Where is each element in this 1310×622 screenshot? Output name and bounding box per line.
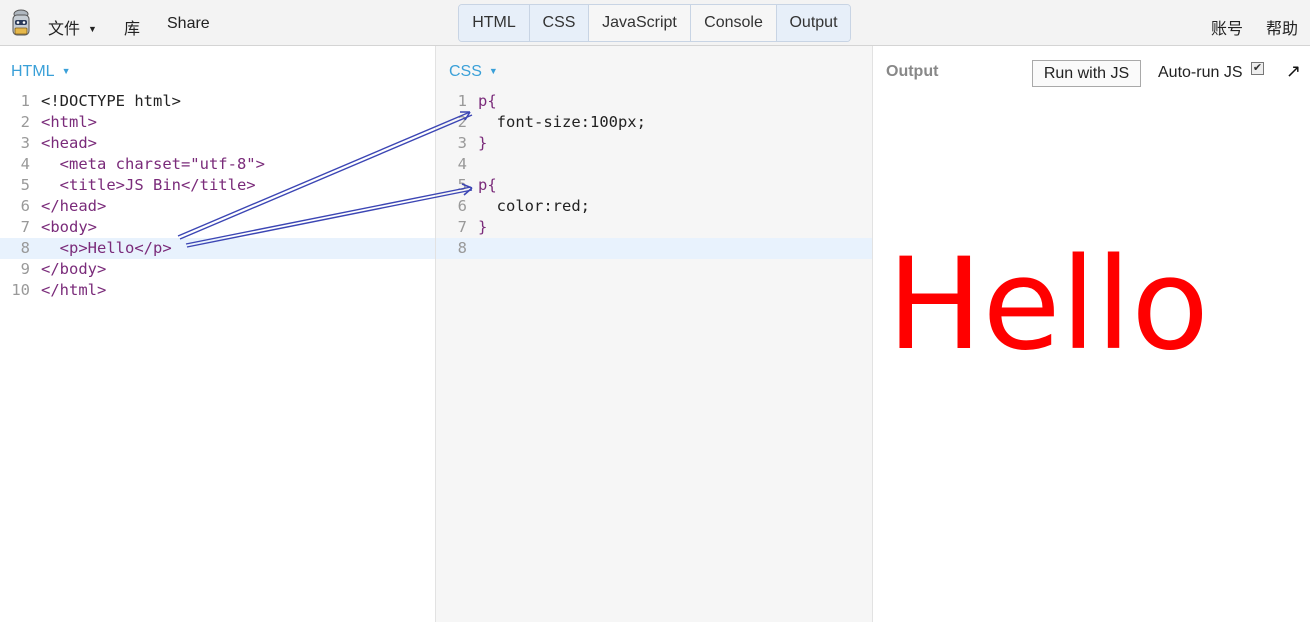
caret-down-icon: ▼ xyxy=(488,66,498,76)
css-editor[interactable]: 1 p{ 2 font-size:100px; 3} 4 5 p{ 6 color:… xyxy=(436,91,872,259)
line-number: 6 xyxy=(20,197,30,215)
code-text: } xyxy=(478,218,488,236)
line-number: 1 xyxy=(20,92,30,110)
line-number: 9 xyxy=(20,260,30,278)
line-number: 8 xyxy=(457,239,467,257)
css-panel-title: CSS xyxy=(449,63,482,80)
line-number: 4 xyxy=(20,155,30,173)
help-menu[interactable]: 帮助 xyxy=(1266,15,1298,39)
html-panel-label[interactable]: HTML ▼ xyxy=(11,63,70,81)
code-line: 7 <body> xyxy=(0,217,435,238)
jsbin-logo-icon[interactable] xyxy=(9,9,33,39)
tab-console[interactable]: Console xyxy=(691,5,777,41)
line-number: 10 xyxy=(11,281,30,299)
code-line: 1 p{ xyxy=(436,91,872,112)
line-number: 7 xyxy=(20,218,30,236)
output-panel: Output Run with JS Auto-run JS ✔ ↗ Hello xyxy=(873,46,1310,622)
output-panel-label: Output xyxy=(886,63,939,80)
code-text: </html> xyxy=(41,281,107,299)
code-line: 4 xyxy=(436,154,872,175)
popout-arrow-icon[interactable]: ↗ xyxy=(1286,61,1301,82)
code-line: 9 </body> xyxy=(0,259,435,280)
code-text: font-size:100px; xyxy=(478,113,646,131)
tab-javascript[interactable]: JavaScript xyxy=(589,5,691,41)
line-number: 4 xyxy=(457,155,467,173)
code-line: 10 </html> xyxy=(0,280,435,301)
code-text: </head> xyxy=(41,197,107,215)
tab-output[interactable]: Output xyxy=(777,5,850,41)
line-number: 7 xyxy=(457,218,467,236)
line-number: 3 xyxy=(457,134,467,152)
css-panel: CSS ▼ 1 p{ 2 font-size:100px; 3} 4 5 p{ 6 c… xyxy=(436,46,873,622)
top-toolbar: 文件 ▼ 库 Share HTML CSS JavaScript Console … xyxy=(0,0,1310,46)
code-text: <!DOCTYPE html> xyxy=(41,92,181,110)
autorun-label: Auto-run JS xyxy=(1158,64,1243,81)
code-line: 3} xyxy=(436,133,872,154)
line-number: 6 xyxy=(457,197,467,215)
share-menu[interactable]: Share xyxy=(167,15,210,33)
line-number: 5 xyxy=(20,176,30,194)
line-number: 8 xyxy=(20,239,30,257)
code-line: 5 <title>JS Bin</title> xyxy=(0,175,435,196)
code-line-active: 8 xyxy=(436,238,872,259)
code-line-active: 8 <p>Hello</p> xyxy=(0,238,435,259)
code-line: 1 <!DOCTYPE html> xyxy=(0,91,435,112)
run-with-js-button[interactable]: Run with JS xyxy=(1032,60,1141,87)
code-text: <title>JS Bin</title> xyxy=(41,176,256,194)
code-line: 4 <meta charset="utf-8"> xyxy=(0,154,435,175)
file-menu[interactable]: 文件 ▼ xyxy=(48,15,97,39)
library-menu[interactable]: 库 xyxy=(124,15,140,39)
code-line: 6 color:red; xyxy=(436,196,872,217)
code-text: p{ xyxy=(478,176,497,194)
code-text: color:red; xyxy=(478,197,590,215)
code-text: <head> xyxy=(41,134,97,152)
tab-html[interactable]: HTML xyxy=(459,5,530,41)
code-text: <html> xyxy=(41,113,97,131)
code-line: 2 <html> xyxy=(0,112,435,133)
line-number: 2 xyxy=(20,113,30,131)
code-text: <p>Hello</p> xyxy=(41,239,172,257)
autorun-checkbox[interactable]: ✔ xyxy=(1251,62,1264,75)
code-text: <meta charset="utf-8"> xyxy=(41,155,265,173)
line-number: 1 xyxy=(457,92,467,110)
code-text: p{ xyxy=(478,92,497,110)
caret-down-icon: ▼ xyxy=(88,24,97,34)
line-number: 5 xyxy=(457,176,467,194)
html-panel-title: HTML xyxy=(11,63,55,80)
panel-tabs: HTML CSS JavaScript Console Output xyxy=(458,4,851,42)
html-editor[interactable]: 1 <!DOCTYPE html> 2 <html> 3 <head> 4 <meta… xyxy=(0,91,435,301)
code-text: } xyxy=(478,134,488,152)
css-panel-label[interactable]: CSS ▼ xyxy=(449,63,498,81)
code-line: 6 </head> xyxy=(0,196,435,217)
output-hello-text: Hello xyxy=(887,230,1209,378)
line-number: 2 xyxy=(457,113,467,131)
code-text: </body> xyxy=(41,260,107,278)
html-panel: HTML ▼ 1 <!DOCTYPE html> 2 <html> 3 <head> 4… xyxy=(0,46,436,622)
code-line: 2 font-size:100px; xyxy=(436,112,872,133)
code-line: 7} xyxy=(436,217,872,238)
code-line: 5 p{ xyxy=(436,175,872,196)
caret-down-icon: ▼ xyxy=(61,66,71,76)
tab-css[interactable]: CSS xyxy=(530,5,589,41)
line-number: 3 xyxy=(20,134,30,152)
code-text: <body> xyxy=(41,218,97,236)
file-menu-label: 文件 xyxy=(48,21,81,38)
account-menu[interactable]: 账号 xyxy=(1211,15,1243,39)
code-line: 3 <head> xyxy=(0,133,435,154)
